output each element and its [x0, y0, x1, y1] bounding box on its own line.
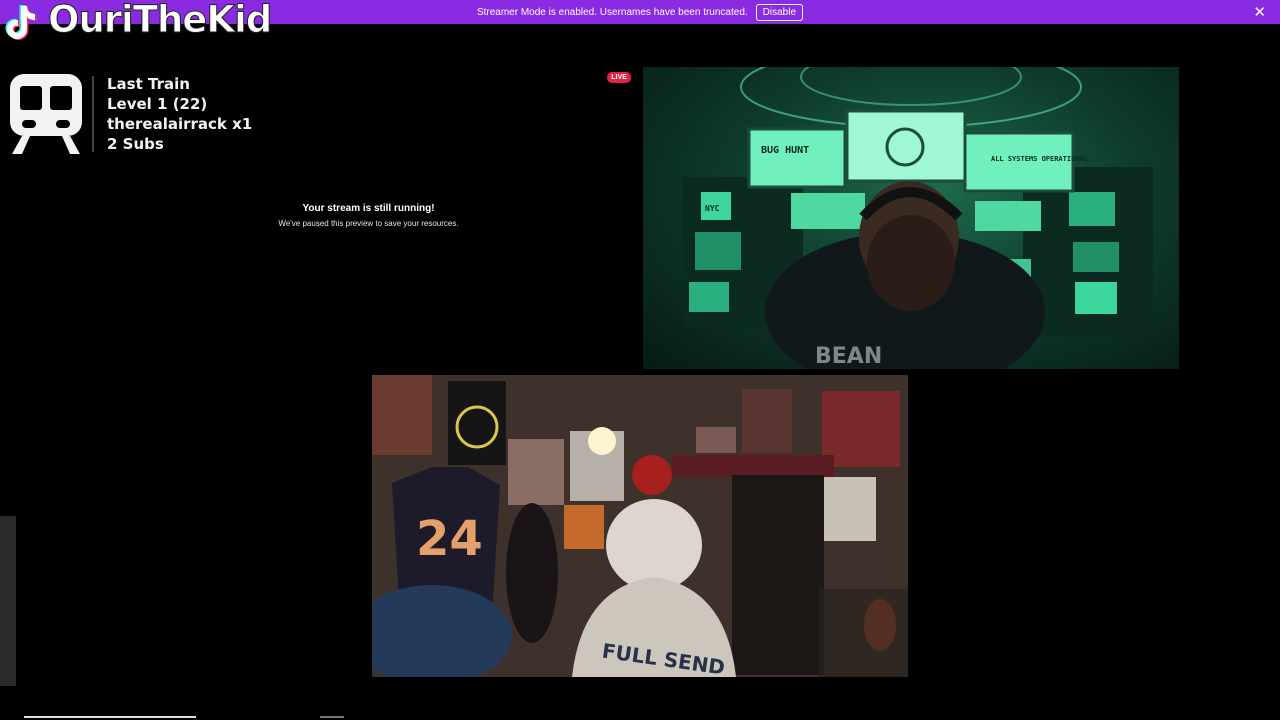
- bottom-marker: [320, 716, 344, 718]
- tiktok-icon: [5, 5, 37, 40]
- jersey-number: 24: [416, 511, 483, 567]
- streamer-video[interactable]: 24 FULL SEND: [372, 375, 908, 677]
- streamer-mode-message: Streamer Mode is enabled. Usernames have…: [476, 6, 748, 18]
- side-panel-edge: [0, 516, 16, 686]
- screen-text-3: NYC: [705, 204, 720, 213]
- train-icon: [10, 74, 82, 154]
- svg-text:BEAN: BEAN: [815, 344, 882, 369]
- train-user: therealairrack x1: [107, 115, 253, 133]
- close-icon[interactable]: ✕: [1253, 3, 1266, 21]
- train-title: Last Train: [107, 75, 190, 93]
- bottom-progress-line: [24, 716, 196, 718]
- train-subs: 2 Subs: [107, 135, 164, 153]
- guest-video-scene: BUG HUNT ALL SYSTEMS OPERATIONAL NYC BEA…: [683, 67, 1153, 369]
- paused-subtitle: We've paused this preview to save your r…: [278, 219, 459, 228]
- streamer-video-scene: 24 FULL SEND: [372, 375, 908, 677]
- paused-preview-notice: Your stream is still running! We've paus…: [268, 203, 469, 228]
- screen-text-2: ALL SYSTEMS OPERATIONAL: [991, 155, 1088, 163]
- paused-title: Your stream is still running!: [302, 203, 435, 214]
- guest-video[interactable]: BUG HUNT ALL SYSTEMS OPERATIONAL NYC BEA…: [643, 67, 1179, 369]
- disable-streamer-mode-button[interactable]: Disable: [755, 3, 804, 21]
- train-info: Last Train Level 1 (22) therealairrack x…: [107, 74, 252, 154]
- channel-name: OuriTheKid: [47, 0, 272, 42]
- train-divider: [92, 76, 94, 152]
- screen-text-1: BUG HUNT: [761, 145, 809, 156]
- live-badge: LIVE: [607, 72, 631, 83]
- train-level: Level 1 (22): [107, 95, 208, 113]
